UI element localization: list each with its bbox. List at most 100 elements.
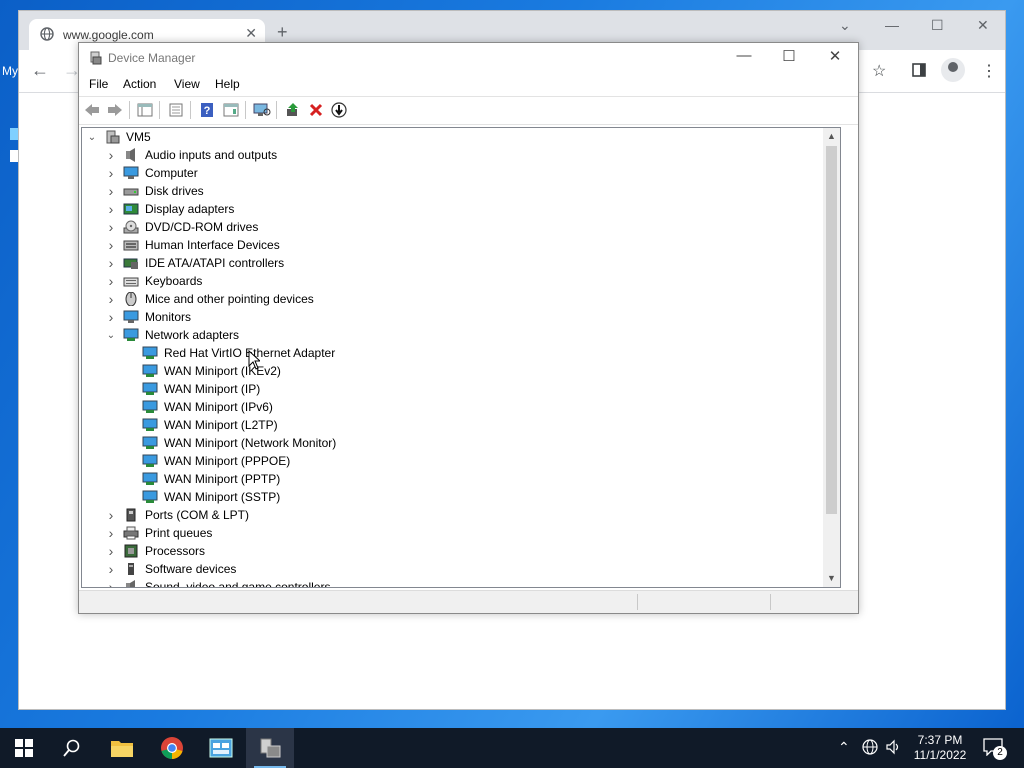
forward-arrow-icon[interactable] (106, 101, 124, 119)
chevron-right-icon[interactable]: › (105, 182, 117, 200)
tree-category-human-interface-devices[interactable]: › Human Interface Devices (105, 236, 280, 254)
chevron-right-icon[interactable]: › (105, 290, 117, 308)
close-tab-icon[interactable]: ✕ (245, 25, 257, 42)
network-globe-icon[interactable] (862, 739, 878, 755)
search-button[interactable] (48, 728, 96, 768)
scroll-up-arrow-icon[interactable]: ▲ (823, 128, 840, 145)
chevron-right-icon[interactable]: › (105, 524, 117, 542)
minimize-button[interactable]: — (722, 47, 766, 69)
tree-category-computer[interactable]: › Computer (105, 164, 198, 182)
chevron-right-icon[interactable]: › (105, 254, 117, 272)
tree-category-print-queues[interactable]: › Print queues (105, 524, 213, 542)
tree-device-item[interactable]: Red Hat VirtIO Ethernet Adapter (142, 344, 335, 362)
tree-device-item[interactable]: WAN Miniport (IPv6) (142, 398, 273, 416)
side-panel-icon[interactable] (912, 63, 926, 77)
action-center-button[interactable]: 2 (983, 738, 1007, 760)
tree-category-disk-drives[interactable]: › Disk drives (105, 182, 204, 200)
bookmark-star-icon[interactable]: ☆ (872, 61, 886, 81)
tree-category-processors[interactable]: › Processors (105, 542, 205, 560)
volume-icon[interactable] (886, 739, 902, 755)
network-adapter-icon (142, 418, 158, 431)
menu-help[interactable]: Help (215, 77, 240, 91)
chevron-right-icon[interactable]: › (105, 200, 117, 218)
action-pane-icon[interactable] (222, 101, 240, 119)
back-button[interactable]: ← (31, 60, 49, 81)
tree-category-audio-inputs-and-outputs[interactable]: › Audio inputs and outputs (105, 146, 277, 164)
tree-category-monitors[interactable]: › Monitors (105, 308, 191, 326)
browser-minimize-button[interactable]: — (885, 17, 899, 33)
control-panel-button[interactable] (197, 728, 245, 768)
tree-device-item[interactable]: WAN Miniport (IKEv2) (142, 362, 281, 380)
chevron-down-icon[interactable]: ⌄ (105, 326, 117, 344)
disable-device-icon[interactable] (330, 101, 348, 119)
chevron-right-icon[interactable]: › (105, 506, 117, 524)
tree-category-label: Display adapters (145, 202, 235, 216)
properties-icon[interactable] (167, 101, 185, 119)
device-manager-titlebar[interactable]: Device Manager — ☐ ✕ (79, 43, 858, 74)
browser-close-button[interactable]: ✕ (977, 17, 989, 34)
tree-category-network-adapters[interactable]: ⌄ Network adapters (105, 326, 239, 344)
tree-device-item[interactable]: WAN Miniport (IP) (142, 380, 260, 398)
chevron-right-icon[interactable]: › (105, 218, 117, 236)
chrome-button[interactable] (148, 728, 196, 768)
chevron-right-icon[interactable]: › (105, 542, 117, 560)
chevron-right-icon[interactable]: › (105, 578, 117, 587)
browser-menu-icon[interactable]: ⋮ (981, 61, 997, 81)
tree-device-item[interactable]: WAN Miniport (L2TP) (142, 416, 278, 434)
device-manager-taskbar-button[interactable] (246, 728, 294, 768)
browser-maximize-button[interactable]: ☐ (931, 17, 944, 34)
network-adapter-icon (142, 382, 158, 395)
tree-category-keyboards[interactable]: › Keyboards (105, 272, 203, 290)
chevron-right-icon[interactable]: › (105, 308, 117, 326)
chevron-right-icon[interactable]: › (105, 146, 117, 164)
chevron-right-icon[interactable]: › (105, 164, 117, 182)
tree-device-item[interactable]: WAN Miniport (PPTP) (142, 470, 280, 488)
menu-view[interactable]: View (174, 77, 200, 91)
tree-device-item[interactable]: WAN Miniport (PPPOE) (142, 452, 290, 470)
start-button[interactable] (0, 728, 48, 768)
mouse-cursor-icon (248, 350, 260, 370)
show-hidden-icons-chevron-icon[interactable]: ⌃ (838, 739, 850, 756)
close-button[interactable]: ✕ (813, 47, 857, 69)
profile-avatar[interactable] (941, 58, 965, 82)
tab-search-icon[interactable]: ⌄ (839, 17, 851, 34)
network-adapter-icon (142, 364, 158, 377)
scan-hardware-changes-icon[interactable] (253, 101, 271, 119)
tree-category-ports-com-lpt[interactable]: › Ports (COM & LPT) (105, 506, 249, 524)
menu-file[interactable]: File (89, 77, 108, 91)
network-adapter-icon (142, 454, 158, 467)
menu-bar: File Action View Help (79, 74, 858, 96)
network-adapter-icon (142, 490, 158, 503)
tree-category-software-devices[interactable]: › Software devices (105, 560, 237, 578)
tree-category-label: Print queues (145, 526, 213, 540)
back-arrow-icon[interactable] (83, 101, 101, 119)
show-hide-console-tree-icon[interactable] (136, 101, 154, 119)
uninstall-device-icon[interactable] (307, 101, 325, 119)
scroll-thumb[interactable] (826, 146, 837, 514)
help-icon[interactable]: ? (198, 101, 216, 119)
menu-action[interactable]: Action (123, 77, 156, 91)
chevron-right-icon[interactable]: › (105, 560, 117, 578)
device-tree[interactable]: ⌄ VM5 › Audio inputs and outputs › Computer… (81, 127, 841, 588)
tree-category-mice-and-other-pointing-devices[interactable]: › Mice and other pointing devices (105, 290, 314, 308)
tree-root[interactable]: ⌄ VM5 (86, 128, 151, 146)
file-explorer-button[interactable] (98, 728, 146, 768)
chevron-right-icon[interactable]: › (105, 272, 117, 290)
new-tab-button[interactable]: + (277, 23, 288, 41)
tree-category-display-adapters[interactable]: › Display adapters (105, 200, 235, 218)
chevron-down-icon[interactable]: ⌄ (86, 128, 98, 146)
system-clock[interactable]: 7:37 PM 11/1/2022 (908, 733, 972, 763)
display-adapter-icon (123, 203, 139, 215)
desktop-icon-label[interactable]: My (2, 64, 18, 78)
tree-device-item[interactable]: WAN Miniport (Network Monitor) (142, 434, 336, 452)
scroll-down-arrow-icon[interactable]: ▼ (823, 570, 840, 587)
processor-icon (124, 544, 138, 558)
tree-device-item[interactable]: WAN Miniport (SSTP) (142, 488, 280, 506)
chevron-right-icon[interactable]: › (105, 236, 117, 254)
tree-category-sound-video-and-game-controllers[interactable]: › Sound, video and game controllers (105, 578, 330, 587)
maximize-button[interactable]: ☐ (767, 47, 811, 69)
update-driver-icon[interactable] (284, 101, 302, 119)
tree-category-ide-ata-atapi-controllers[interactable]: › IDE ATA/ATAPI controllers (105, 254, 285, 272)
tree-category-dvd-cd-rom-drives[interactable]: › DVD/CD-ROM drives (105, 218, 259, 236)
vertical-scrollbar[interactable]: ▲ ▼ (823, 128, 840, 587)
